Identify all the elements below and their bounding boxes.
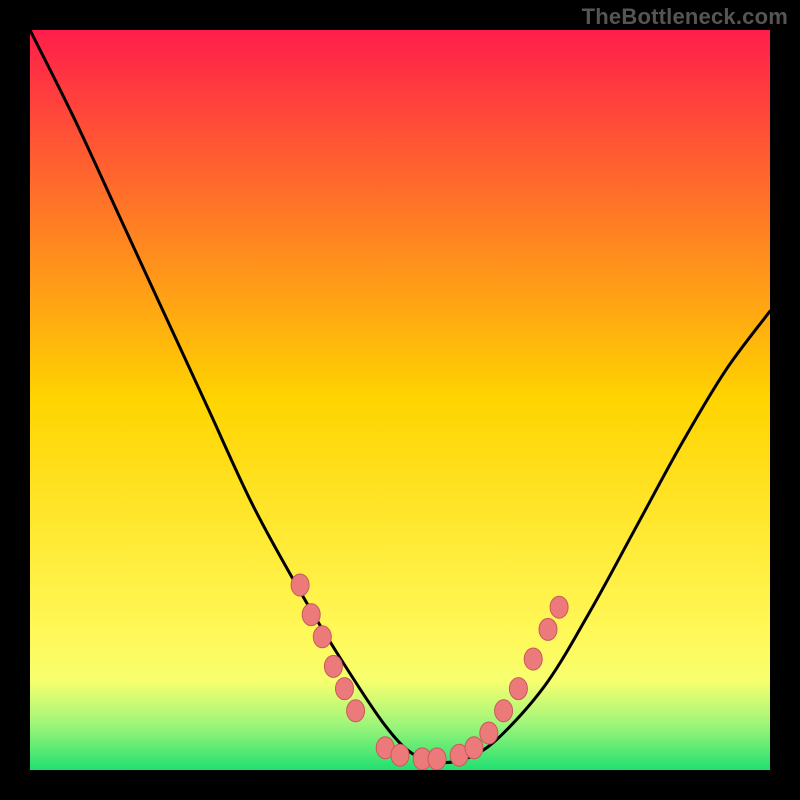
data-marker	[524, 648, 542, 670]
data-marker	[480, 722, 498, 744]
data-marker	[336, 678, 354, 700]
data-marker	[347, 700, 365, 722]
data-marker	[539, 618, 557, 640]
data-marker	[509, 678, 527, 700]
data-marker	[291, 574, 309, 596]
data-marker	[428, 748, 446, 770]
data-marker	[550, 596, 568, 618]
data-marker	[495, 700, 513, 722]
data-marker	[313, 626, 331, 648]
chart-svg	[30, 30, 770, 770]
gradient-background	[30, 30, 770, 770]
watermark-label: TheBottleneck.com	[582, 4, 788, 30]
data-marker	[324, 655, 342, 677]
data-marker	[465, 737, 483, 759]
chart-frame: TheBottleneck.com	[0, 0, 800, 800]
plot-area	[30, 30, 770, 770]
data-marker	[302, 604, 320, 626]
data-marker	[391, 744, 409, 766]
